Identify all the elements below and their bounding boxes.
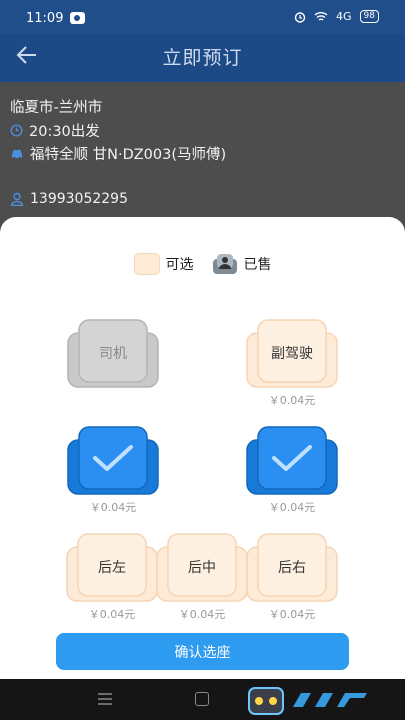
status-icons: 4G 98 — [294, 10, 379, 23]
seat-label: 后左 — [98, 560, 126, 576]
user-icon — [10, 192, 24, 206]
system-nav-bar — [0, 679, 405, 720]
wifi-icon — [314, 12, 328, 21]
menu-icon[interactable] — [97, 692, 113, 706]
seat-price: ￥0.04元 — [268, 501, 316, 514]
legend-available: 可选 — [133, 253, 194, 275]
sold-seat-icon — [212, 254, 237, 274]
status-time: 11:09 — [26, 11, 64, 26]
departure-time: 20:30出发 — [29, 124, 100, 140]
car-icon — [12, 149, 22, 159]
vehicle-info: 福特全顺 甘N·DZ003(马师傅) — [30, 147, 227, 163]
back-button[interactable] — [16, 44, 48, 72]
seat-label — [67, 426, 159, 496]
seat-selection-sheet: 可选 已售 司机 副驾驶 ￥0.04元 ￥0.04元 ￥0.04元 后左 ￥0.… — [0, 217, 405, 679]
site-logo-watermark — [248, 687, 367, 715]
phone-number: 13993052295 — [30, 191, 128, 207]
phone-row: 13993052295 — [10, 191, 128, 207]
seat-label: 后右 — [278, 560, 306, 576]
confirm-seat-button[interactable]: 确认选座 — [56, 633, 349, 670]
home-icon[interactable] — [195, 692, 209, 706]
seat-legend: 可选 已售 — [0, 253, 405, 275]
departure-row: 20:30出发 — [10, 120, 100, 141]
seat-price: ￥0.04元 — [268, 608, 316, 621]
arrow-left-icon — [16, 46, 36, 64]
vehicle-row: 福特全顺 甘N·DZ003(马师傅) — [10, 143, 226, 164]
seat-label: 司机 — [99, 346, 127, 362]
app-bar: 立即预订 — [0, 34, 405, 82]
status-bar: 11:09 4G 98 — [0, 0, 405, 34]
available-seat-swatch — [133, 253, 160, 275]
seat-price: ￥0.04元 — [178, 608, 226, 621]
signal-text: 4G — [336, 10, 352, 23]
seat-price: ￥0.04元 — [88, 608, 136, 621]
seat-label: 后中 — [188, 560, 216, 576]
clock-icon — [10, 124, 23, 137]
legend-available-label: 可选 — [165, 257, 194, 273]
seat-price: ￥0.04元 — [268, 394, 316, 407]
trip-route: 临夏市-兰州市 — [10, 100, 103, 116]
legend-sold: 已售 — [212, 253, 272, 275]
notification-icon — [70, 12, 85, 24]
alarm-icon — [294, 11, 306, 23]
battery-icon: 98 — [359, 10, 379, 23]
legend-sold-label: 已售 — [243, 257, 272, 273]
page-title: 立即预订 — [162, 47, 243, 69]
seat-label: 副驾驶 — [271, 346, 313, 362]
seat-price: ￥0.04元 — [89, 501, 137, 514]
seat-label — [246, 426, 338, 496]
